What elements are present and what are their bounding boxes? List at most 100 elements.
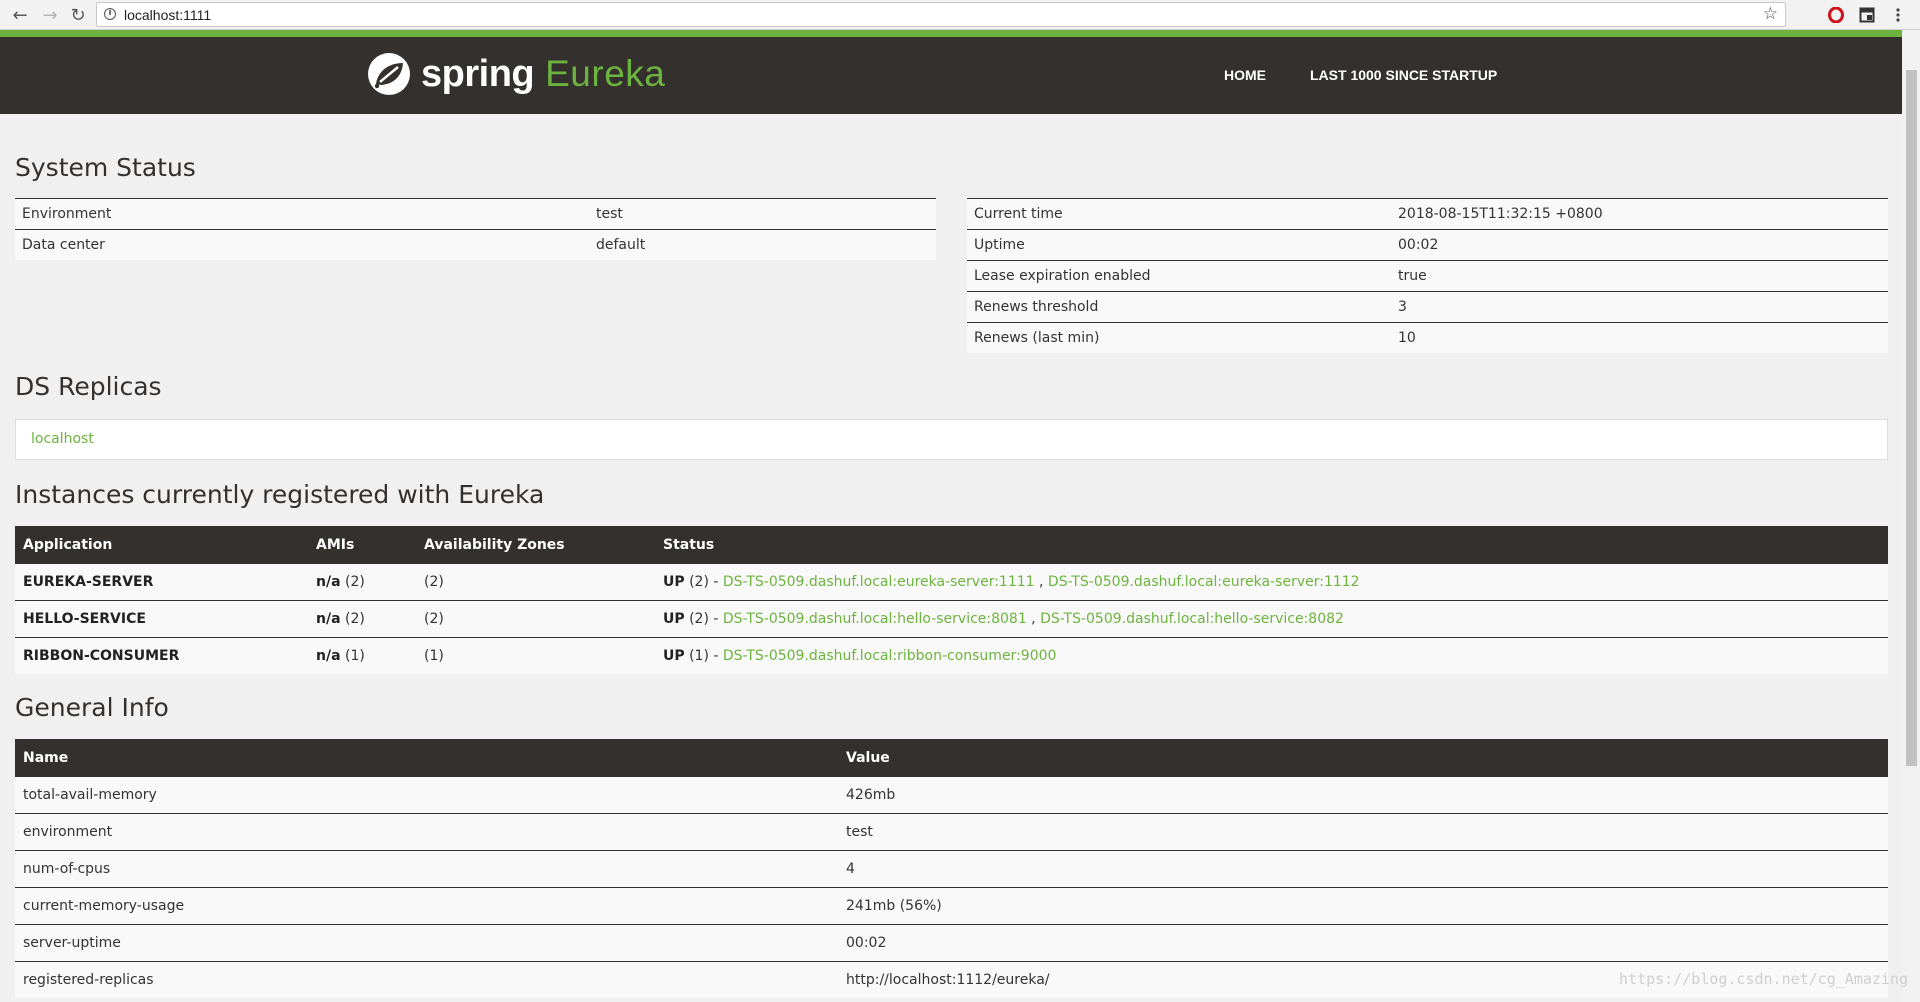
status-value: test [589,198,936,230]
table-row: Data center default [15,229,936,260]
info-name: registered-replicas [15,961,838,998]
column-header: AMIs [308,526,416,564]
column-header: Availability Zones [416,526,655,564]
table-row: Renews (last min) 10 [967,322,1888,353]
table-row: RIBBON-CONSUMER n/a (1) (1) UP (1) - DS-… [15,637,1888,674]
opera-extension-icon[interactable] [1826,5,1846,25]
info-name: server-uptime [15,924,838,962]
table-row: Current time 2018-08-15T11:32:15 +0800 [967,198,1888,230]
site-header: spring Eureka HOME LAST 1000 SINCE START… [0,37,1902,114]
section-title-general-info: General Info [15,693,169,722]
status-up: UP [663,611,685,627]
amis-count: (2) [344,574,365,590]
status-count: (2) - [689,611,719,627]
nav-home[interactable]: HOME [1224,67,1266,83]
browser-toolbar: ← → ↻ i localhost:1111 ☆ [0,0,1920,30]
status-label: Environment [15,198,589,230]
amis-count: (2) [344,611,365,627]
column-header: Status [655,526,1888,564]
info-name: environment [15,813,838,851]
info-value: 00:02 [838,924,1888,962]
table-row: num-of-cpus 4 [15,850,1888,888]
column-header: Name [15,739,838,777]
table-header-row: Application AMIs Availability Zones Stat… [15,526,1888,564]
arrow-left-icon[interactable]: ← [8,3,32,27]
extension-window-icon[interactable] [1857,5,1877,25]
info-value: test [838,813,1888,851]
table-row: environment test [15,813,1888,851]
nav-last-1000[interactable]: LAST 1000 SINCE STARTUP [1310,67,1497,83]
status-value: 2018-08-15T11:32:15 +0800 [1391,198,1888,230]
table-header-row: Name Value [15,739,1888,777]
table-row: HELLO-SERVICE n/a (2) (2) UP (2) - DS-TS… [15,600,1888,638]
info-value: 426mb [838,776,1888,814]
zones-count: (1) [416,637,655,674]
section-title-system-status: System Status [15,153,196,182]
table-row: current-memory-usage 241mb (56%) [15,887,1888,925]
logo-word: spring [421,52,535,95]
more-menu-icon[interactable] [1888,5,1908,25]
url-text[interactable]: localhost:1111 [124,7,211,23]
status-label: Renews (last min) [967,322,1391,353]
status-up: UP [663,648,685,664]
table-row: Uptime 00:02 [967,229,1888,261]
section-title-ds-replicas: DS Replicas [15,372,162,401]
reload-icon[interactable]: ↻ [66,3,90,27]
instance-link[interactable]: DS-TS-0509.dashuf.local:hello-service:80… [1040,611,1344,627]
logo-product: Eureka [545,53,666,94]
spring-eureka-logo[interactable]: spring Eureka [366,49,665,99]
amis-count: (1) [344,648,365,664]
page-scrollbar[interactable] [1902,30,1920,1002]
scrollbar-thumb[interactable] [1906,70,1917,766]
table-row: server-uptime 00:02 [15,924,1888,962]
info-value: 4 [838,850,1888,888]
table-row: Lease expiration enabled true [967,260,1888,292]
status-label: Current time [967,198,1391,230]
info-name: total-avail-memory [15,776,838,814]
status-value: 3 [1391,291,1888,323]
instance-link[interactable]: DS-TS-0509.dashuf.local:ribbon-consumer:… [723,648,1057,664]
column-header: Value [838,739,1888,777]
instances-table: Application AMIs Availability Zones Stat… [15,526,1888,674]
system-status-right-table: Current time 2018-08-15T11:32:15 +0800 U… [967,198,1888,353]
spring-leaf-icon [368,53,410,95]
general-info-table: Name Value total-avail-memory 426mb envi… [15,739,1888,998]
status-label: Renews threshold [967,291,1391,323]
info-value: 241mb (56%) [838,887,1888,925]
status-label: Lease expiration enabled [967,260,1391,292]
status-count: (1) - [689,648,719,664]
table-row: total-avail-memory 426mb [15,776,1888,814]
instance-link[interactable]: DS-TS-0509.dashuf.local:hello-service:80… [723,611,1027,627]
table-row: registered-replicas http://localhost:111… [15,961,1888,998]
replicas-list: localhost [15,419,1888,460]
table-row: Renews threshold 3 [967,291,1888,323]
replica-link-localhost[interactable]: localhost [31,431,94,447]
application-name: EUREKA-SERVER [23,574,154,590]
system-status-left-table: Environment test Data center default [15,198,936,260]
status-value: 00:02 [1391,229,1888,261]
amis-label: n/a [316,648,341,664]
application-name: HELLO-SERVICE [23,611,146,627]
instance-link[interactable]: DS-TS-0509.dashuf.local:eureka-server:11… [1048,574,1360,590]
arrow-right-icon[interactable]: → [38,3,62,27]
info-name: current-memory-usage [15,887,838,925]
accent-bar [0,30,1902,37]
status-value: true [1391,260,1888,292]
table-row: Environment test [15,198,936,230]
status-label: Data center [15,229,589,260]
status-value: 10 [1391,322,1888,353]
instance-link[interactable]: DS-TS-0509.dashuf.local:eureka-server:11… [723,574,1035,590]
amis-label: n/a [316,611,341,627]
application-name: RIBBON-CONSUMER [23,648,180,664]
bookmark-star-icon[interactable]: ☆ [1763,4,1778,24]
address-bar[interactable]: i localhost:1111 ☆ [96,2,1786,27]
watermark: https://blog.csdn.net/cg_Amazing [1619,970,1908,988]
zones-count: (2) [416,600,655,638]
status-up: UP [663,574,685,590]
info-icon[interactable]: i [104,8,116,20]
info-name: num-of-cpus [15,850,838,888]
zones-count: (2) [416,563,655,601]
status-value: default [589,229,936,260]
amis-label: n/a [316,574,341,590]
column-header: Application [15,526,308,564]
